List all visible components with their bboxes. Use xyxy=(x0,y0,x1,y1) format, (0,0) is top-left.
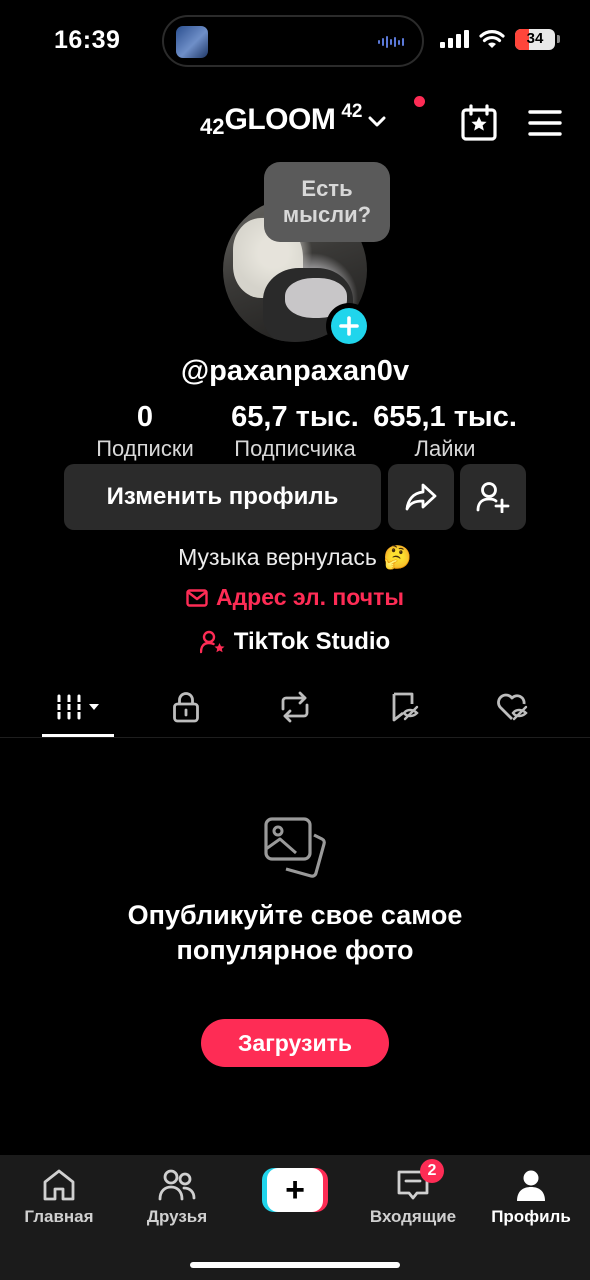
followers-stat[interactable]: 65,7 тыс. Подписчика xyxy=(222,400,368,462)
lock-icon xyxy=(173,692,199,723)
account-prefix: 42 xyxy=(200,114,225,139)
nav-home-label: Главная xyxy=(24,1207,94,1226)
home-indicator xyxy=(190,1262,400,1268)
followers-label: Подписчика xyxy=(234,436,356,461)
share-profile-button[interactable] xyxy=(388,464,454,530)
profile-icon xyxy=(514,1165,548,1205)
mail-icon xyxy=(186,588,208,607)
nav-friends[interactable]: Друзья xyxy=(132,1155,222,1245)
heart-hidden-icon xyxy=(497,693,528,721)
videos-grid-icon xyxy=(55,694,99,720)
active-tab-indicator xyxy=(42,734,114,737)
chevron-down-icon xyxy=(368,116,386,127)
inbox-badge: 2 xyxy=(420,1159,444,1183)
nav-inbox-label: Входящие xyxy=(369,1207,457,1226)
followers-count: 65,7 тыс. xyxy=(231,401,359,433)
repost-icon xyxy=(281,691,309,723)
audio-wave-icon xyxy=(378,36,404,48)
following-stat[interactable]: 0 Подписки xyxy=(88,400,202,462)
now-playing-artwork xyxy=(176,26,208,58)
nav-inbox[interactable]: Входящие xyxy=(366,1155,460,1245)
upload-button[interactable]: Загрузить xyxy=(201,1019,389,1067)
account-name: GLOOM xyxy=(224,103,336,136)
menu-icon[interactable] xyxy=(528,108,562,138)
email-link-label: Адрес эл. почты xyxy=(215,584,405,610)
nav-home[interactable]: Главная xyxy=(14,1155,104,1245)
email-link[interactable]: Адрес эл. почты xyxy=(0,584,590,611)
account-suffix: 42 xyxy=(341,101,363,122)
nav-profile-label: Профиль xyxy=(491,1207,571,1226)
battery-percent: 34 xyxy=(526,30,544,47)
wifi-icon xyxy=(479,30,505,48)
dynamic-island[interactable] xyxy=(162,15,424,67)
likes-count: 655,1 тыс. xyxy=(373,401,517,433)
add-avatar-circle xyxy=(331,308,367,344)
following-label: Подписки xyxy=(96,436,194,461)
profile-tabs xyxy=(0,676,590,738)
battery-indicator: 34 xyxy=(515,29,555,50)
status-time: 16:39 xyxy=(54,26,121,54)
photos-icon xyxy=(264,817,326,878)
notification-dot xyxy=(414,96,425,107)
account-switcher[interactable]: 42 GLOOM 42 xyxy=(200,100,388,140)
share-arrow-icon xyxy=(405,483,437,511)
edit-profile-button[interactable]: Изменить профиль xyxy=(64,464,381,530)
friends-icon xyxy=(157,1165,197,1205)
empty-state-title: Опубликуйте свое самое популярное фото xyxy=(127,900,463,965)
tab-reposts[interactable] xyxy=(259,676,331,738)
home-icon xyxy=(41,1165,77,1205)
plus-icon xyxy=(339,316,359,336)
status-bar: 16:39 34 xyxy=(0,0,590,80)
battery-cap xyxy=(557,35,560,43)
add-avatar-button[interactable] xyxy=(326,303,372,349)
likes-label: Лайки xyxy=(414,436,476,461)
calendar-star-icon[interactable] xyxy=(460,104,498,142)
thought-bubble[interactable]: Есть мысли? xyxy=(264,162,390,242)
tab-videos[interactable] xyxy=(42,676,114,738)
nav-friends-label: Друзья xyxy=(146,1207,208,1226)
bookmark-hidden-icon xyxy=(392,692,419,722)
tiktok-studio-link[interactable]: TikTok Studio xyxy=(0,628,590,656)
add-user-icon xyxy=(476,482,510,513)
tiktok-studio-label: TikTok Studio xyxy=(233,628,391,655)
tab-favorites[interactable] xyxy=(369,676,441,738)
create-button[interactable]: + xyxy=(262,1168,328,1212)
following-count: 0 xyxy=(136,401,154,433)
tab-liked[interactable] xyxy=(477,676,549,738)
create-plus-icon: + xyxy=(267,1168,323,1212)
cellular-signal-icon xyxy=(440,30,469,48)
creator-icon xyxy=(199,630,225,654)
likes-stat[interactable]: 655,1 тыс. Лайки xyxy=(368,400,522,462)
profile-bio: Музыка вернулась 🤔 xyxy=(178,544,412,570)
tab-private[interactable] xyxy=(150,676,222,738)
nav-profile[interactable]: Профиль xyxy=(486,1155,576,1245)
username: @paxanpaxan0v xyxy=(180,355,410,387)
add-friend-button[interactable] xyxy=(460,464,526,530)
